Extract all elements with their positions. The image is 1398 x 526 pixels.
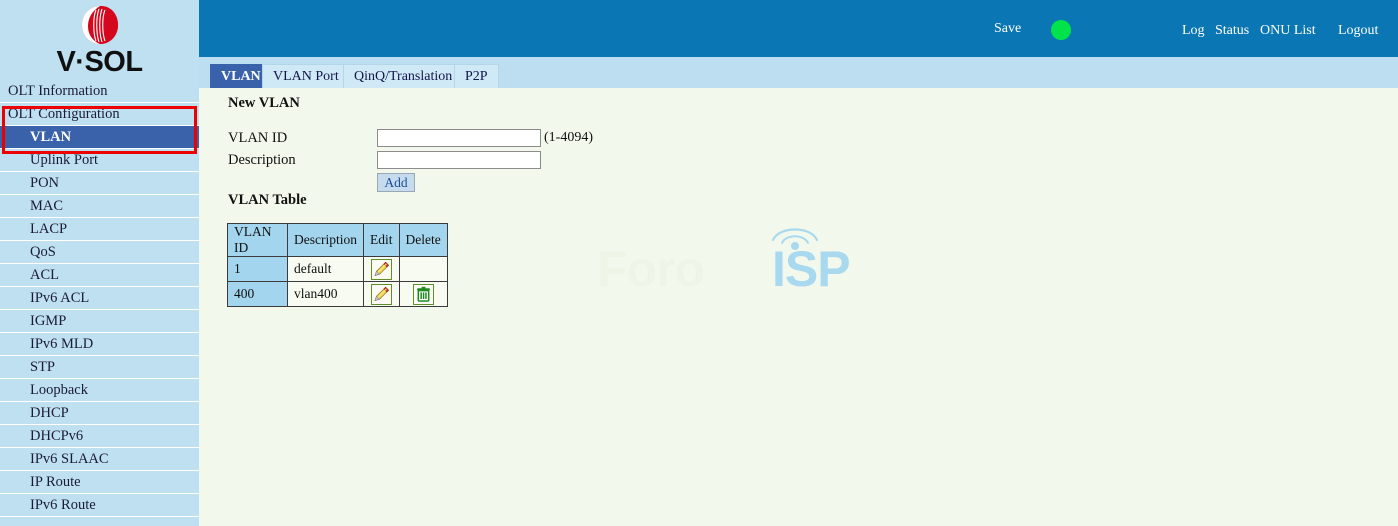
cell-edit	[363, 256, 400, 282]
brand-logo: V·SOL	[0, 0, 199, 80]
header-link-onu-list[interactable]: ONU List	[1260, 23, 1316, 39]
content-panel: Foro ISP New VLAN VLAN ID (1-4094) Descr…	[199, 88, 1398, 526]
foroisp-watermark: Foro ISP	[597, 218, 851, 304]
sidebar-item-mac[interactable]: MAC	[0, 195, 199, 217]
sidebar-item-ip-route[interactable]: IP Route	[0, 471, 199, 493]
tab-vlan-port[interactable]: VLAN Port	[262, 64, 350, 88]
sidebar-item-ipv6-route[interactable]: IPv6 Route	[0, 494, 199, 516]
vsol-sphere-logo-icon	[77, 4, 123, 46]
delete-trash-icon[interactable]	[412, 283, 434, 305]
green-status-dot-icon	[1051, 20, 1071, 40]
cell-description: vlan400	[287, 281, 364, 307]
header-link-logout[interactable]: Logout	[1338, 23, 1378, 39]
description-label: Description	[228, 152, 296, 168]
watermark-text-foro: Foro	[597, 241, 705, 297]
sidebar: V·SOL OLT Information OLT Configuration VL…	[0, 0, 199, 526]
cell-description: default	[287, 256, 364, 282]
tab-qinq-translation[interactable]: QinQ/Translation	[343, 64, 464, 88]
add-vlan-button[interactable]: Add	[377, 173, 415, 192]
sidebar-item-vlan[interactable]: VLAN	[0, 126, 199, 148]
vlan-id-range-hint: (1-4094)	[544, 130, 593, 145]
sidebar-item-igmp[interactable]: IGMP	[0, 310, 199, 332]
wifi-antenna-icon	[771, 228, 819, 250]
column-header-description: Description	[287, 223, 364, 257]
sidebar-item-dhcp[interactable]: DHCP	[0, 402, 199, 424]
brand-name: V·SOL	[56, 46, 143, 78]
olt-web-management-page: V·SOL OLT Information OLT Configuration VL…	[0, 0, 1398, 526]
sidebar-item-uplink-port[interactable]: Uplink Port	[0, 149, 199, 171]
vlan-id-label: VLAN ID	[228, 130, 288, 146]
edit-pencil-icon[interactable]	[370, 258, 392, 280]
cell-vlan-id: 400	[227, 281, 288, 307]
sidebar-item-pon[interactable]: PON	[0, 172, 199, 194]
sidebar-item-overflow	[0, 517, 199, 526]
sidebar-item-ipv6-acl[interactable]: IPv6 ACL	[0, 287, 199, 309]
sidebar-item-olt-configuration[interactable]: OLT Configuration	[0, 103, 199, 125]
column-header-delete: Delete	[398, 223, 448, 257]
tab-bar: VLAN VLAN Port QinQ/Translation P2P	[199, 57, 1398, 88]
header-link-log[interactable]: Log	[1182, 23, 1205, 39]
cell-delete	[398, 256, 448, 282]
table-row: 400 vlan400	[227, 281, 448, 307]
table-header-row: VLAN ID Description Edit Delete	[227, 223, 448, 257]
cell-delete	[398, 281, 448, 307]
table-row: 1 default	[227, 256, 448, 282]
sidebar-menu: OLT Information OLT Configuration VLAN Upli…	[0, 80, 199, 526]
column-header-vlan-id: VLAN ID	[227, 223, 288, 257]
column-header-edit: Edit	[363, 223, 400, 257]
sidebar-item-acl[interactable]: ACL	[0, 264, 199, 286]
sidebar-item-loopback[interactable]: Loopback	[0, 379, 199, 401]
sidebar-item-ipv6-slaac[interactable]: IPv6 SLAAC	[0, 448, 199, 470]
vlan-id-input[interactable]	[377, 129, 541, 147]
sidebar-item-dhcpv6[interactable]: DHCPv6	[0, 425, 199, 447]
top-header-bar: Save Log Status ONU List Logout	[199, 0, 1398, 57]
new-vlan-title: New VLAN	[228, 95, 300, 111]
header-link-status[interactable]: Status	[1215, 23, 1249, 39]
cell-vlan-id: 1	[227, 256, 288, 282]
tab-p2p[interactable]: P2P	[454, 64, 499, 88]
sidebar-item-stp[interactable]: STP	[0, 356, 199, 378]
sidebar-item-qos[interactable]: QoS	[0, 241, 199, 263]
sidebar-item-ipv6-mld[interactable]: IPv6 MLD	[0, 333, 199, 355]
save-button[interactable]: Save	[994, 21, 1021, 37]
sidebar-item-lacp[interactable]: LACP	[0, 218, 199, 240]
vlan-table: VLAN ID Description Edit Delete 1 default…	[227, 223, 448, 307]
vlan-table-title: VLAN Table	[228, 192, 307, 208]
edit-pencil-icon[interactable]	[370, 283, 392, 305]
sidebar-item-olt-information[interactable]: OLT Information	[0, 80, 199, 102]
watermark-text-isp: ISP	[772, 241, 851, 297]
cell-edit	[363, 281, 400, 307]
description-input[interactable]	[377, 151, 541, 169]
